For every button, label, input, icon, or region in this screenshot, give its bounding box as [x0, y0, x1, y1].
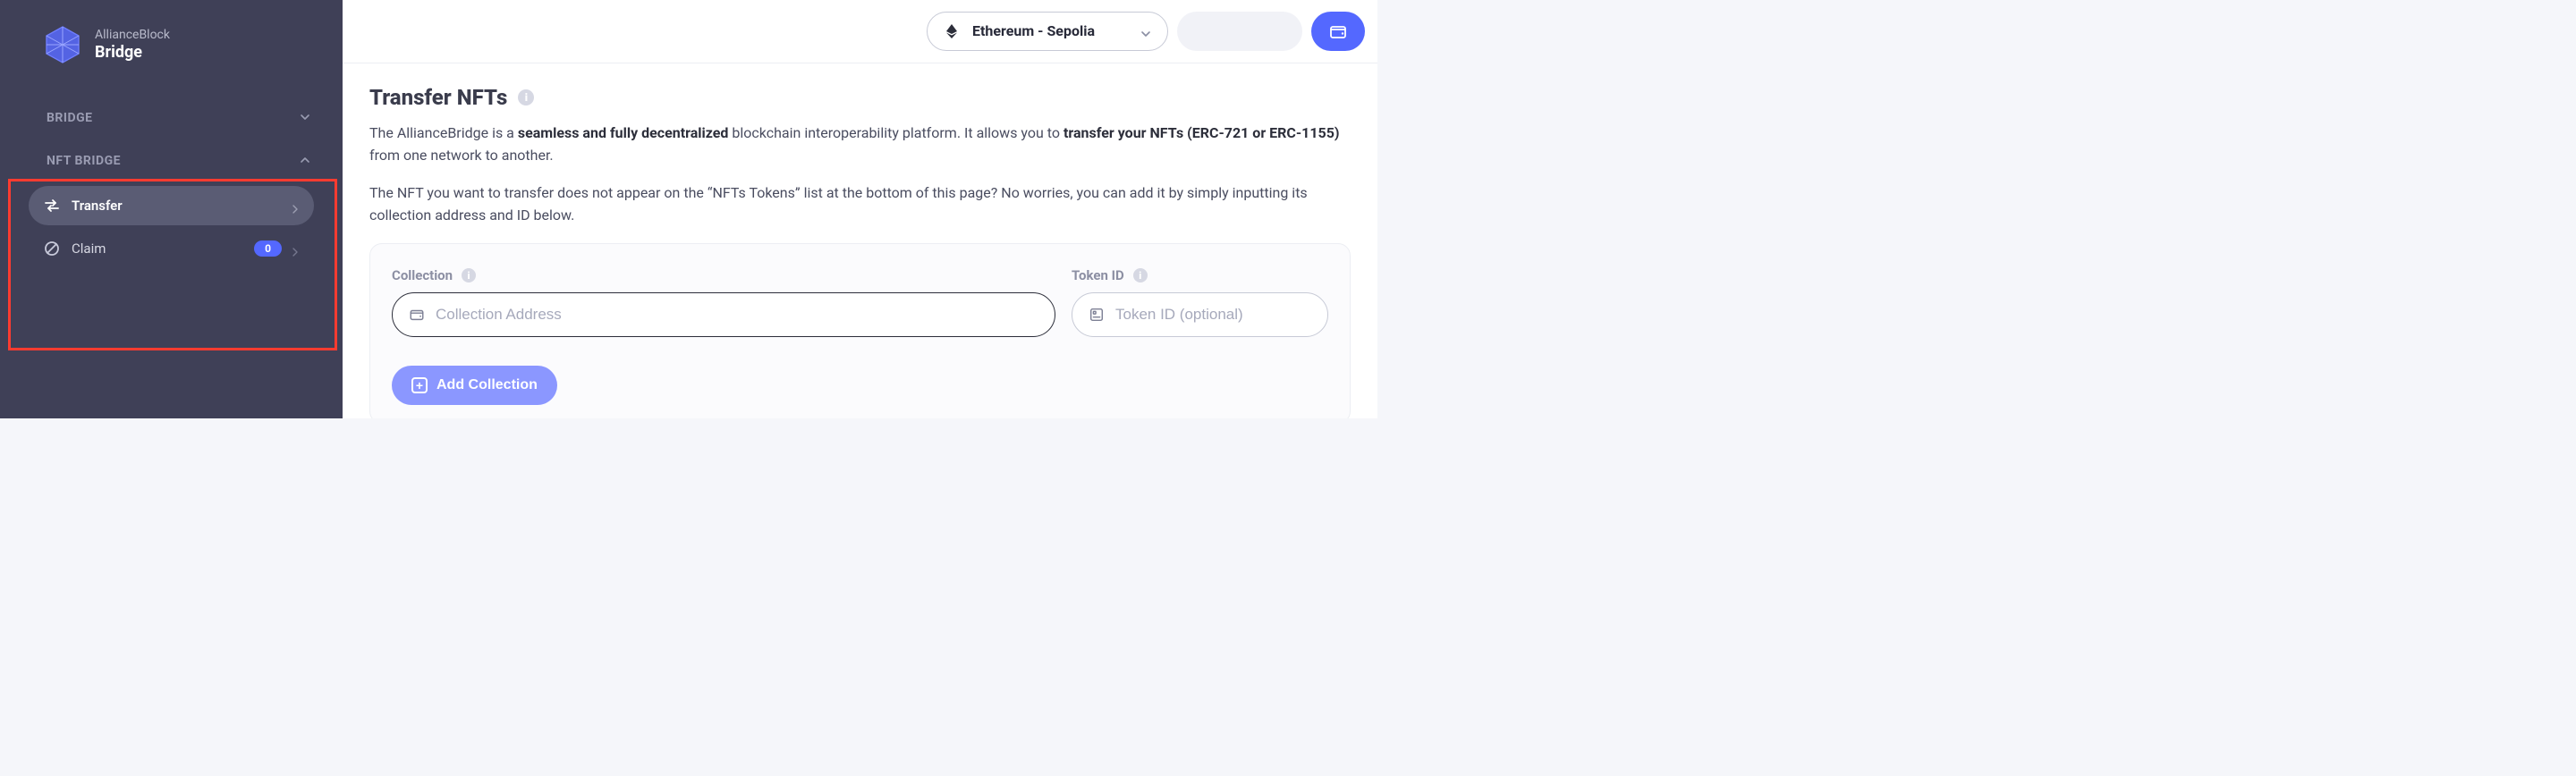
topbar-placeholder-pill [1177, 12, 1302, 51]
desc-strong: transfer your NFTs (ERC-721 or ERC-1155) [1063, 124, 1340, 141]
chevron-right-icon [291, 201, 300, 210]
tokenid-label: Token ID [1072, 267, 1124, 283]
tokenid-input-wrap[interactable] [1072, 292, 1328, 337]
info-icon[interactable]: i [1133, 268, 1148, 283]
collection-address-input[interactable] [436, 306, 1040, 324]
sidebar-section-label: NFT BRIDGE [47, 154, 121, 168]
chevron-right-icon [291, 244, 300, 253]
brand-top-label: AllianceBlock [95, 28, 170, 43]
sidebar-item-transfer[interactable]: Transfer [29, 186, 314, 225]
collection-label: Collection [392, 267, 453, 283]
page-description-2: The NFT you want to transfer does not ap… [369, 182, 1351, 227]
sidebar-item-claim[interactable]: Claim 0 [29, 229, 314, 268]
chevron-up-icon [300, 155, 312, 167]
page-title-row: Transfer NFTs i [369, 85, 1351, 110]
add-collection-label: Add Collection [436, 377, 538, 393]
topbar: Ethereum - Sepolia [343, 0, 1377, 63]
page-description-1: The AllianceBridge is a seamless and ful… [369, 122, 1351, 167]
chevron-down-icon [300, 112, 312, 124]
desc-text: The AllianceBridge is a [369, 124, 518, 141]
add-row: + Add Collection [392, 353, 1328, 405]
wallet-button[interactable] [1311, 12, 1365, 51]
sidebar-section-label: BRIDGE [47, 111, 93, 125]
ethereum-icon [944, 23, 960, 39]
add-collection-button[interactable]: + Add Collection [392, 366, 557, 405]
transfer-icon [43, 197, 61, 215]
brand-bottom-label: Bridge [95, 43, 170, 62]
tokenid-field: Token ID i [1072, 267, 1328, 337]
wallet-icon [409, 307, 425, 323]
id-icon [1089, 307, 1105, 323]
network-label: Ethereum - Sepolia [972, 22, 1128, 39]
desc-strong: seamless and fully decentralized [518, 124, 729, 141]
collection-field: Collection i [392, 267, 1055, 337]
tokenid-input[interactable] [1115, 306, 1313, 324]
brand-logo-icon [43, 25, 82, 64]
claim-icon [43, 240, 61, 257]
network-selector[interactable]: Ethereum - Sepolia [927, 12, 1168, 51]
content: Transfer NFTs i The AllianceBridge is a … [343, 63, 1377, 418]
app-root: AllianceBlock Bridge BRIDGE NFT BRIDGE [0, 0, 1377, 418]
sidebar-section-nft-bridge[interactable]: NFT BRIDGE [0, 139, 343, 182]
add-collection-card: Collection i [369, 243, 1351, 418]
brand-text: AllianceBlock Bridge [95, 28, 170, 62]
sidebar-item-label: Claim [72, 240, 106, 257]
chevron-down-icon [1140, 26, 1151, 37]
sidebar-section-bridge[interactable]: BRIDGE [0, 97, 343, 139]
desc-text: blockchain interoperability platform. It… [728, 124, 1063, 141]
brand: AllianceBlock Bridge [0, 25, 343, 97]
collection-input-wrap[interactable] [392, 292, 1055, 337]
claim-count-badge: 0 [254, 240, 282, 257]
desc-text: from one network to another. [369, 147, 554, 164]
info-icon[interactable]: i [518, 89, 534, 105]
page-title: Transfer NFTs [369, 85, 507, 110]
main: Ethereum - Sepolia Transfer NFTs i [343, 0, 1377, 418]
sidebar-item-label: Transfer [72, 198, 123, 214]
plus-icon: + [411, 377, 428, 393]
info-icon[interactable]: i [462, 268, 476, 283]
sidebar: AllianceBlock Bridge BRIDGE NFT BRIDGE [0, 0, 343, 418]
